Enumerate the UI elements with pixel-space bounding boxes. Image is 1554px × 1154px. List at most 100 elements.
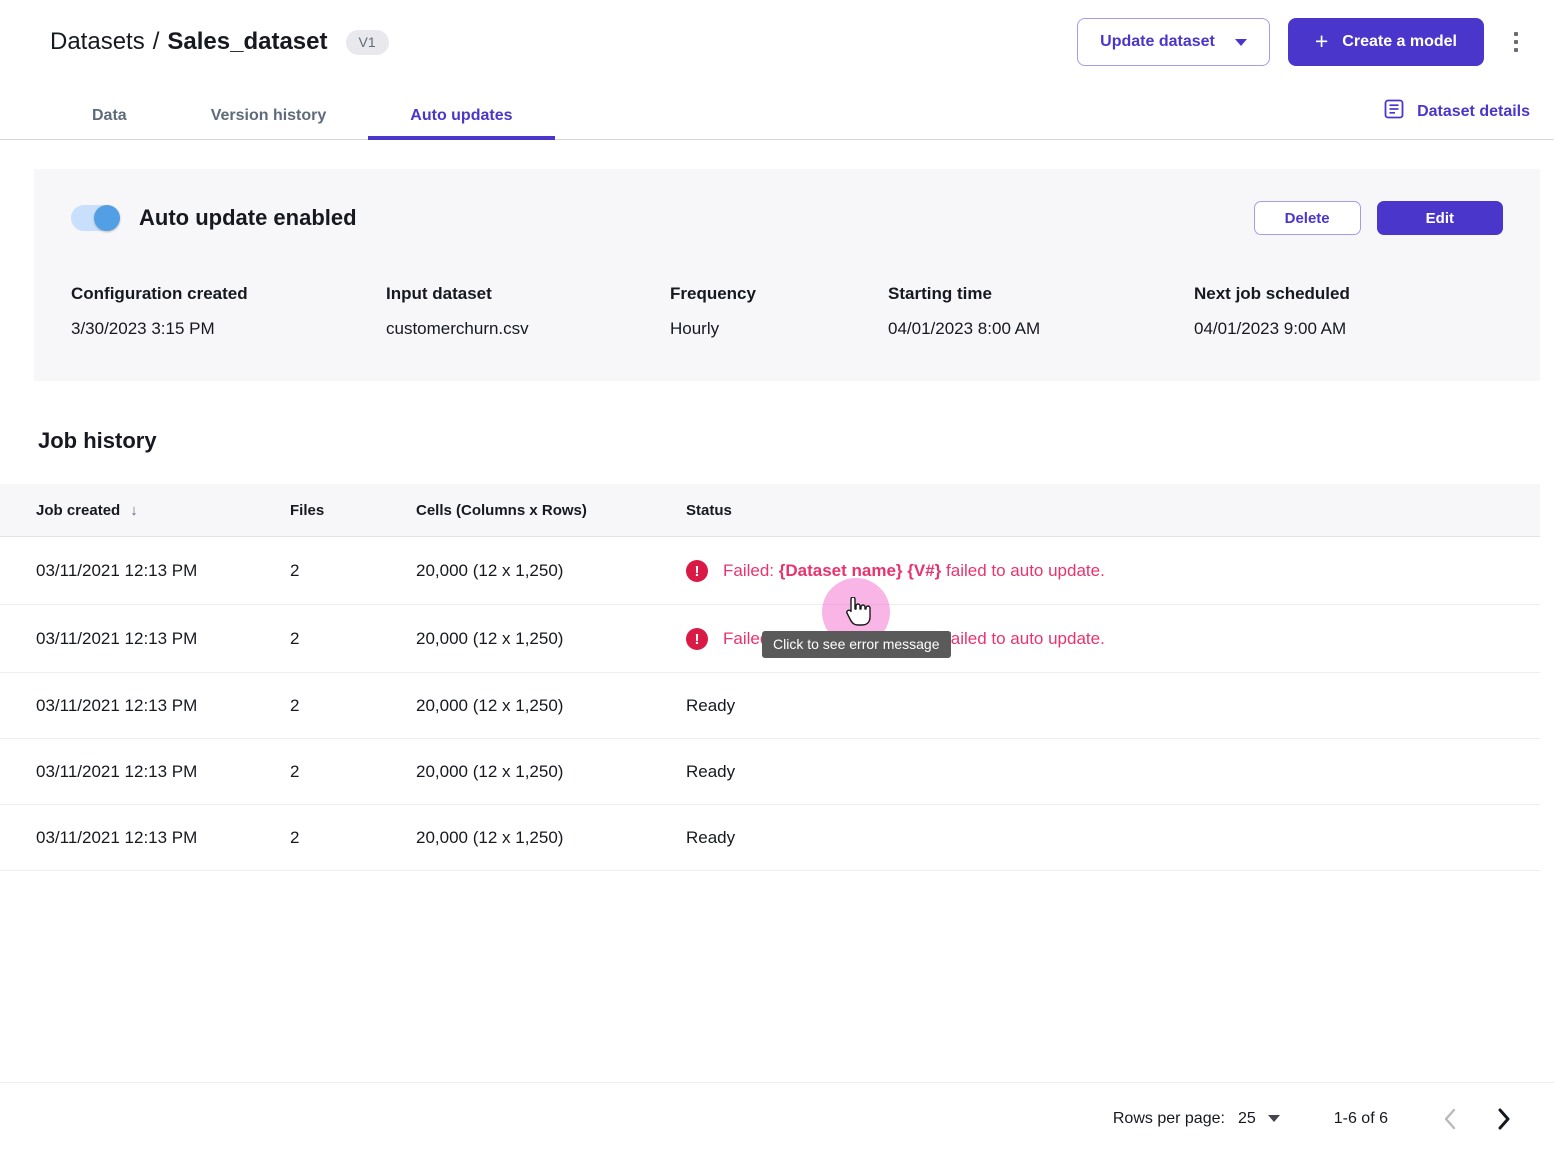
breadcrumb-current-dataset: Sales_dataset (167, 28, 327, 56)
panel-actions: Delete Edit (1254, 201, 1503, 235)
chevron-down-icon[interactable] (1268, 1115, 1280, 1122)
dataset-details-link[interactable]: Dataset details (1384, 99, 1530, 139)
plus-icon: + (1315, 30, 1328, 53)
tab-bar: Data Version history Auto updates Datase… (0, 84, 1554, 140)
top-bar: Datasets / Sales_dataset V1 Update datas… (0, 0, 1554, 84)
next-page-button[interactable] (1492, 1104, 1516, 1134)
previous-page-button[interactable] (1438, 1104, 1462, 1134)
meta-label: Starting time (888, 284, 1194, 304)
meta-value: Hourly (670, 319, 888, 339)
job-history-table-body: 03/11/2021 12:13 PM 2 20,000 (12 x 1,250… (0, 537, 1540, 871)
tab-version-history[interactable]: Version history (169, 108, 369, 139)
config-meta-row: Configuration created 3/30/2023 3:15 PM … (71, 284, 1503, 339)
column-header-job-created[interactable]: Job created ↓ (0, 484, 290, 537)
meta-label: Configuration created (71, 284, 386, 304)
breadcrumb: Datasets / Sales_dataset V1 (50, 28, 389, 56)
meta-label: Frequency (670, 284, 888, 304)
cell-job-created: 03/11/2021 12:13 PM (0, 673, 290, 739)
column-header-cells[interactable]: Cells (Columns x Rows) (416, 484, 686, 537)
tab-data-label: Data (92, 107, 127, 124)
auto-update-config-panel: Auto update enabled Delete Edit Configur… (34, 169, 1540, 381)
dataset-details-label: Dataset details (1417, 103, 1530, 121)
toggle-knob (94, 205, 120, 231)
cell-status: Ready (686, 673, 1540, 739)
failed-version-placeholder: {V#} (907, 561, 941, 580)
cell-job-created: 03/11/2021 12:13 PM (0, 537, 290, 605)
table-header-row: Job created ↓ Files Cells (Columns x Rows… (0, 484, 1540, 537)
failed-prefix: Failed: (723, 629, 779, 648)
auto-update-status-title: Auto update enabled (139, 205, 357, 231)
tab-version-history-label: Version history (211, 107, 327, 124)
cell-job-created: 03/11/2021 12:13 PM (0, 605, 290, 673)
meta-input-dataset: Input dataset customerchurn.csv (386, 284, 670, 339)
sort-descending-icon: ↓ (130, 502, 138, 519)
edit-button[interactable]: Edit (1377, 201, 1503, 235)
cell-cells: 20,000 (12 x 1,250) (416, 537, 686, 605)
tab-auto-updates[interactable]: Auto updates (368, 108, 554, 139)
meta-starting-time: Starting time 04/01/2023 8:00 AM (888, 284, 1194, 339)
error-icon: ! (686, 560, 708, 582)
kebab-dot (1514, 32, 1518, 36)
auto-update-panel-header: Auto update enabled Delete Edit (71, 201, 1503, 235)
cell-cells: 20,000 (12 x 1,250) (416, 739, 686, 805)
cell-files: 2 (290, 605, 416, 673)
tab-auto-updates-label: Auto updates (410, 107, 512, 124)
cell-status: Ready (686, 805, 1540, 871)
failed-version-placeholder: {V#} (907, 629, 941, 648)
meta-value: customerchurn.csv (386, 319, 670, 339)
failed-suffix: failed to auto update. (941, 629, 1105, 648)
column-header-files[interactable]: Files (290, 484, 416, 537)
cell-job-created: 03/11/2021 12:13 PM (0, 739, 290, 805)
cell-status: ! Failed: {Dataset name} {V#} failed to … (686, 537, 1540, 605)
rows-per-page-value[interactable]: 25 (1238, 1110, 1256, 1128)
cell-status: Ready (686, 739, 1540, 805)
breadcrumb-datasets-link[interactable]: Datasets (50, 28, 145, 56)
kebab-dot (1514, 40, 1518, 44)
cell-cells: 20,000 (12 x 1,250) (416, 605, 686, 673)
delete-button[interactable]: Delete (1254, 201, 1361, 235)
failed-dataset-placeholder: {Dataset name} (779, 561, 903, 580)
failed-prefix: Failed: (723, 561, 779, 580)
kebab-dot (1514, 48, 1518, 52)
version-badge: V1 (346, 30, 389, 55)
update-dataset-label: Update dataset (1100, 33, 1215, 51)
column-header-label: Status (686, 502, 732, 519)
create-a-model-label: Create a model (1342, 33, 1457, 51)
status-badge-failed: ! Failed: {Dataset name} {V#} failed to … (686, 560, 1540, 582)
breadcrumb-separator: / (153, 28, 160, 56)
cell-cells: 20,000 (12 x 1,250) (416, 673, 686, 739)
tab-list: Data Version history Auto updates (50, 108, 555, 139)
meta-configuration-created: Configuration created 3/30/2023 3:15 PM (71, 284, 386, 339)
job-history-table: Job created ↓ Files Cells (Columns x Rows… (0, 484, 1540, 871)
update-dataset-button[interactable]: Update dataset (1077, 18, 1270, 66)
meta-frequency: Frequency Hourly (670, 284, 888, 339)
table-row[interactable]: 03/11/2021 12:13 PM 2 20,000 (12 x 1,250… (0, 739, 1540, 805)
create-a-model-button[interactable]: + Create a model (1288, 18, 1484, 66)
cell-cells: 20,000 (12 x 1,250) (416, 805, 686, 871)
column-header-status[interactable]: Status (686, 484, 1540, 537)
status-badge-failed: ! Failed: {Dataset name} {V#} failed to … (686, 628, 1540, 650)
table-row[interactable]: 03/11/2021 12:13 PM 2 20,000 (12 x 1,250… (0, 605, 1540, 673)
meta-value: 04/01/2023 8:00 AM (888, 319, 1194, 339)
table-row[interactable]: 03/11/2021 12:13 PM 2 20,000 (12 x 1,250… (0, 805, 1540, 871)
failed-status-message[interactable]: Failed: {Dataset name} {V#} failed to au… (723, 629, 1105, 649)
cell-files: 2 (290, 805, 416, 871)
meta-label: Input dataset (386, 284, 670, 304)
table-row[interactable]: 03/11/2021 12:13 PM 2 20,000 (12 x 1,250… (0, 673, 1540, 739)
error-icon: ! (686, 628, 708, 650)
more-options-kebab-icon[interactable] (1502, 22, 1530, 62)
auto-update-toggle[interactable] (71, 205, 120, 231)
meta-value: 04/01/2023 9:00 AM (1194, 319, 1350, 339)
meta-label: Next job scheduled (1194, 284, 1350, 304)
meta-next-job-scheduled: Next job scheduled 04/01/2023 9:00 AM (1194, 284, 1350, 339)
column-header-label: Files (290, 502, 324, 519)
table-row[interactable]: 03/11/2021 12:13 PM 2 20,000 (12 x 1,250… (0, 537, 1540, 605)
cell-files: 2 (290, 673, 416, 739)
cell-files: 2 (290, 537, 416, 605)
table-footer-pagination: Rows per page: 25 1-6 of 6 (0, 1082, 1554, 1154)
meta-value: 3/30/2023 3:15 PM (71, 319, 386, 339)
failed-status-message[interactable]: Failed: {Dataset name} {V#} failed to au… (723, 561, 1105, 581)
tab-data[interactable]: Data (50, 108, 169, 139)
failed-suffix: failed to auto update. (941, 561, 1105, 580)
column-header-label: Job created (36, 502, 120, 519)
